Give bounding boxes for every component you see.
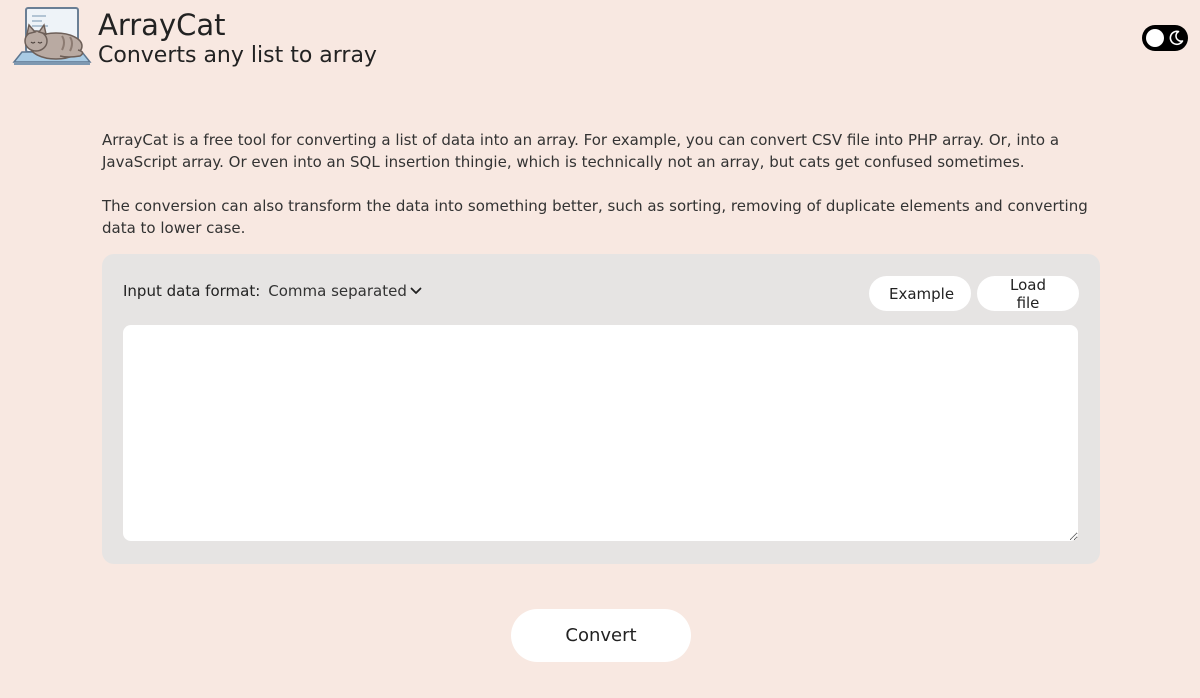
- app-title: ArrayCat: [98, 8, 226, 42]
- moon-icon: [1169, 30, 1184, 46]
- load-file-button[interactable]: Load file: [977, 276, 1079, 312]
- title-block: ArrayCat Converts any list to array: [98, 8, 377, 70]
- convert-button[interactable]: Convert: [511, 609, 691, 662]
- app-header: ArrayCat Converts any list to array: [12, 6, 377, 70]
- example-button[interactable]: Example: [869, 276, 971, 311]
- theme-toggle[interactable]: [1142, 25, 1188, 51]
- intro-paragraph-2: The conversion can also transform the da…: [102, 197, 1088, 237]
- format-select-value: Comma separated: [268, 282, 407, 300]
- format-select[interactable]: Comma separated: [268, 282, 422, 300]
- cat-on-laptop-icon: [12, 7, 92, 65]
- app-subtitle: Converts any list to array: [98, 43, 377, 68]
- input-panel: Input data format: Comma separated Examp…: [102, 254, 1100, 564]
- format-row: Input data format: Comma separated: [123, 282, 422, 300]
- chevron-down-icon: [410, 287, 422, 294]
- intro-text: ArrayCat is a free tool for converting a…: [102, 129, 1102, 239]
- data-input[interactable]: [123, 325, 1078, 541]
- toggle-knob: [1146, 29, 1164, 47]
- intro-paragraph-1: ArrayCat is a free tool for converting a…: [102, 131, 1060, 171]
- format-label: Input data format:: [123, 282, 261, 300]
